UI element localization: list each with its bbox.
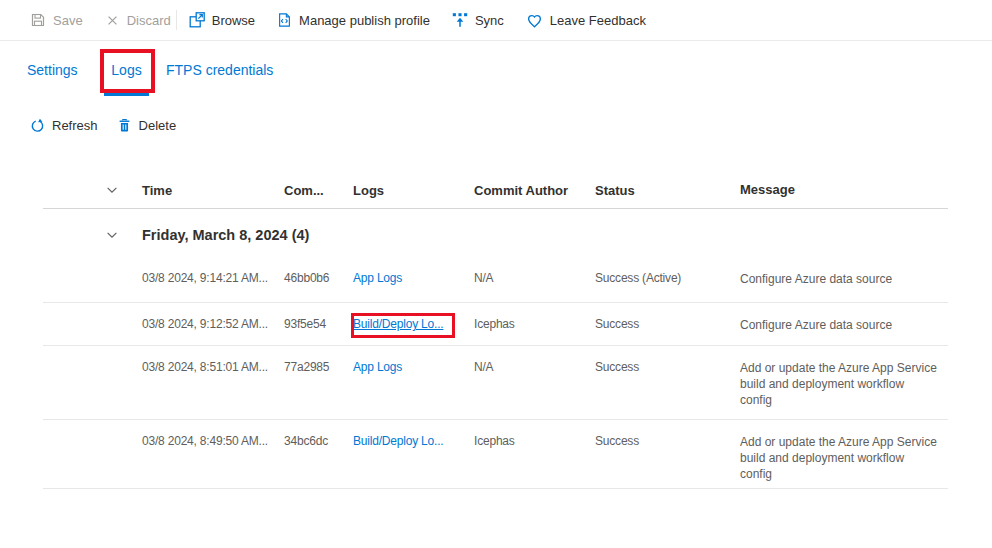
refresh-button[interactable]: Refresh (30, 118, 98, 133)
cell-time: 03/8 2024, 8:49:50 AM... (142, 434, 284, 448)
delete-label: Delete (139, 118, 177, 133)
sync-label: Sync (475, 13, 504, 28)
table-row[interactable]: 03/8 2024, 8:51:01 AM... 77a2985 App Log… (43, 346, 948, 420)
browse-label: Browse (212, 13, 255, 28)
cell-commit-author: Icephas (474, 434, 595, 448)
sync-button[interactable]: Sync (452, 12, 504, 28)
delete-button[interactable]: Delete (117, 118, 177, 133)
table-header-row: Time Com... Logs Commit Author Status Me… (43, 172, 948, 209)
header-message[interactable]: Message (740, 182, 948, 198)
leave-feedback-label: Leave Feedback (550, 13, 646, 28)
table-row[interactable]: 03/8 2024, 9:12:52 AM... 93f5e54 Build/D… (43, 303, 948, 346)
cell-message: Add or update the Azure App Service buil… (740, 360, 948, 408)
save-icon (30, 12, 46, 28)
cell-message: Configure Azure data source (740, 271, 948, 287)
top-toolbar: Save Discard Browse Manage publish profi… (0, 0, 992, 41)
chevron-down-icon (105, 183, 119, 197)
group-row[interactable]: Friday, March 8, 2024 (4) (43, 209, 948, 257)
group-label: Friday, March 8, 2024 (4) (142, 227, 309, 243)
refresh-icon (30, 118, 45, 133)
app-logs-link[interactable]: App Logs (353, 271, 402, 285)
cell-status: Success (Active) (595, 271, 740, 285)
deployment-logs-table: Time Com... Logs Commit Author Status Me… (43, 172, 948, 489)
cell-commit: 46bb0b6 (284, 271, 353, 285)
cell-status: Success (595, 317, 740, 331)
build-deploy-logs-link[interactable]: Build/Deploy Lo... (353, 434, 443, 448)
discard-button[interactable]: Discard (105, 13, 171, 28)
header-commit[interactable]: Com... (284, 183, 353, 198)
tab-ftps-credentials[interactable]: FTPS credentials (166, 62, 273, 78)
cell-commit: 93f5e54 (284, 317, 353, 331)
heart-icon (526, 12, 543, 29)
leave-feedback-button[interactable]: Leave Feedback (526, 12, 646, 29)
browse-button[interactable]: Browse (189, 12, 255, 28)
logs-command-bar: Refresh Delete (30, 108, 195, 142)
cell-status: Success (595, 360, 740, 374)
cell-time: 03/8 2024, 9:12:52 AM... (142, 317, 284, 331)
sync-icon (452, 12, 468, 28)
table-row[interactable]: 03/8 2024, 9:14:21 AM... 46bb0b6 App Log… (43, 257, 948, 303)
cell-message: Configure Azure data source (740, 317, 948, 333)
discard-icon (105, 13, 120, 28)
header-status[interactable]: Status (595, 183, 740, 198)
cell-commit-author: Icephas (474, 317, 595, 331)
chevron-down-icon (105, 228, 119, 242)
header-time[interactable]: Time (142, 183, 284, 198)
toolbar-divider (176, 10, 177, 30)
group-collapse-cell[interactable] (43, 228, 142, 242)
header-collapse-cell[interactable] (43, 183, 142, 197)
save-label: Save (53, 13, 83, 28)
cell-status: Success (595, 434, 740, 448)
cell-commit-author: N/A (474, 360, 595, 374)
cell-commit: 34bc6dc (284, 434, 353, 448)
cell-commit: 77a2985 (284, 360, 353, 374)
tab-settings[interactable]: Settings (27, 62, 78, 78)
manage-publish-profile-button[interactable]: Manage publish profile (277, 12, 430, 28)
app-logs-link[interactable]: App Logs (353, 360, 402, 374)
manage-publish-profile-label: Manage publish profile (299, 13, 430, 28)
table-row[interactable]: 03/8 2024, 8:49:50 AM... 34bc6dc Build/D… (43, 420, 948, 489)
cell-time: 03/8 2024, 8:51:01 AM... (142, 360, 284, 374)
cell-commit-author: N/A (474, 271, 595, 285)
cell-message: Add or update the Azure App Service buil… (740, 434, 948, 482)
trash-icon (117, 118, 132, 133)
tab-logs-active-underline (104, 93, 149, 96)
discard-label: Discard (127, 13, 171, 28)
save-button[interactable]: Save (30, 12, 83, 28)
header-logs[interactable]: Logs (353, 183, 474, 198)
build-deploy-logs-link[interactable]: Build/Deploy Lo... (353, 317, 443, 331)
tab-logs[interactable]: Logs (104, 62, 149, 78)
refresh-label: Refresh (52, 118, 98, 133)
cell-time: 03/8 2024, 9:14:21 AM... (142, 271, 284, 285)
publish-profile-icon (277, 12, 292, 28)
header-commit-author[interactable]: Commit Author (474, 183, 595, 198)
browse-icon (189, 12, 205, 28)
